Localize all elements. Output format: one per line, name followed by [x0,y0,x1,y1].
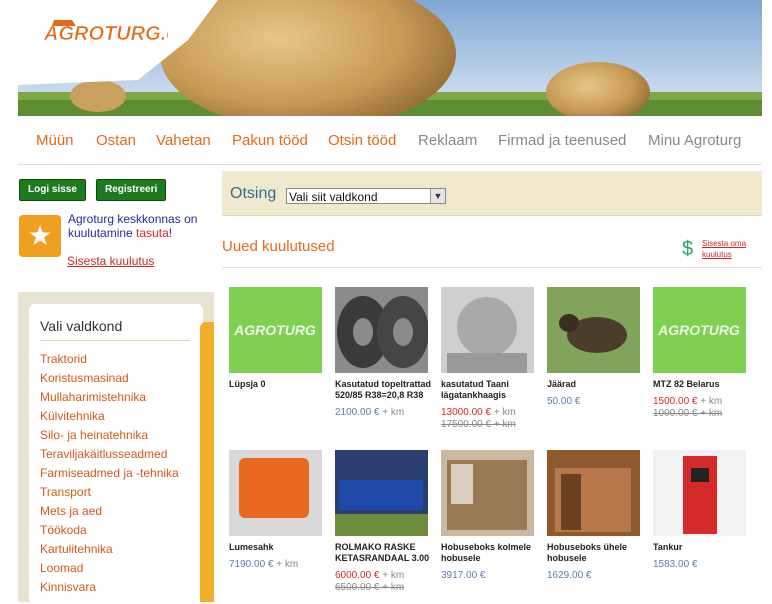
listing-card[interactable]: ROLMAKO RASKE KETASRANDAAL 3.00 6000.00 … [335,450,431,594]
sidebar-item-farmiseadmed[interactable]: Farmiseadmed ja -tehnika [40,466,179,480]
listing-card[interactable]: Hobuseboks kolmele hobusele 3917.00 € [441,450,537,582]
listing-card[interactable]: Kasutatud topeltrattad 520/85 R38=20,8 R… [335,287,431,419]
listing-thumbnail[interactable] [335,287,428,373]
listing-title[interactable]: Kasutatud topeltrattad 520/85 R38=20,8 R… [335,379,431,401]
nav-myyn[interactable]: Müün [36,132,74,149]
select-value: Vali siit valdkond [289,190,378,204]
listing-price: 1629.00 € [547,570,592,581]
sidebar-item-transport[interactable]: Transport [40,485,91,499]
sidebar-item-kulvitehnika[interactable]: Külvitehnika [40,409,105,423]
nav-firmad[interactable]: Firmad ja teenused [498,132,626,149]
listing-title[interactable]: ROLMAKO RASKE KETASRANDAAL 3.00 [335,542,431,564]
listing-title[interactable]: kasutatud Taani lägatankhaagis [441,379,537,401]
sidebar-item-silo[interactable]: Silo- ja heinatehnika [40,428,148,442]
divider [222,267,762,268]
listing-thumbnail[interactable] [653,450,746,536]
chevron-down-icon[interactable]: ▼ [430,189,445,203]
listing-price: 13000.00 € + km [441,407,516,418]
nav-pakun-tood[interactable]: Pakun tööd [232,132,308,149]
divider [40,340,190,341]
old-price: 1000.00 € + km [653,408,723,419]
listing-price: 2100.00 € + km [335,407,405,418]
listing-thumbnail[interactable] [229,450,322,536]
sidebar-item-mets-ja-aed[interactable]: Mets ja aed [40,504,102,518]
nav-ostan[interactable]: Ostan [96,132,136,149]
nav-otsin-tood[interactable]: Otsin tööd [328,132,396,149]
old-price: 6500.00 € + km [335,582,405,593]
listing-card[interactable]: Hobuseboks ühele hobusele 1629.00 € [547,450,643,582]
header-banner: AGROTURG.ee [18,0,762,116]
listing-card[interactable]: AGROTURG MTZ 82 Belarus 1500.00 € + km 1… [653,287,749,420]
search-bar: Otsing Vali siit valdkond ▼ [222,171,762,216]
category-select[interactable]: Vali siit valdkond ▼ [286,188,446,204]
nav-vahetan[interactable]: Vahetan [156,132,211,149]
top-nav: Müün Ostan Vahetan Pakun tööd Otsin tööd… [18,118,762,165]
sidebar-title: Vali valdkond [40,318,123,334]
listing-thumbnail[interactable] [547,450,640,536]
listing-thumbnail[interactable]: AGROTURG [653,287,746,373]
sidebar-item-koristusmasinad[interactable]: Koristusmasinad [40,371,129,385]
listing-card[interactable]: kasutatud Taani lägatankhaagis 13000.00 … [441,287,537,431]
listing-price: 7190.00 € + km [229,559,299,570]
sidebar-item-teravili[interactable]: Teraviljakäitlusseadmed [40,447,167,461]
listing-title[interactable]: Hobuseboks ühele hobusele [547,542,643,564]
listing-card[interactable]: Jäärad 50.00 € [547,287,643,408]
star-icon: ★ [19,215,61,257]
listing-price: 1500.00 € + km [653,396,723,407]
listing-thumbnail[interactable]: AGROTURG [229,287,322,373]
listing-title[interactable]: MTZ 82 Belarus [653,379,749,390]
agroturg-logo[interactable]: AGROTURG.ee [38,14,168,48]
listing-title[interactable]: Lumesahk [229,542,325,553]
sidebar-item-kartulitehnika[interactable]: Kartulitehnika [40,542,113,556]
listing-price: 50.00 € [547,396,581,407]
nav-minu-agroturg[interactable]: Minu Agroturg [648,132,741,149]
listing-card[interactable]: Lumesahk 7190.00 € + km [229,450,325,571]
listing-title[interactable]: Lüpsja 0 [229,379,325,390]
sidebar-item-traktorid[interactable]: Traktorid [40,352,87,366]
listing-thumbnail[interactable] [335,450,428,536]
listing-card[interactable]: Tankur 1583.00 € [653,450,749,571]
login-button[interactable]: Logi sisse [19,179,86,201]
logo-text: AGROTURG.ee [43,23,168,45]
promo-text: Agroturg keskkonnas on kuulutamine tasut… [68,212,198,240]
nav-reklaam[interactable]: Reklaam [418,132,477,149]
listing-card[interactable]: AGROTURG Lüpsja 0 [229,287,325,390]
new-listings-title: Uued kuulutused [222,238,335,255]
listing-thumbnail[interactable] [441,287,534,373]
category-panel: Vali valdkond Traktorid Koristusmasinad … [29,304,203,604]
sidebar-item-kinnisvara[interactable]: Kinnisvara [40,580,96,594]
sidebar-item-loomad[interactable]: Loomad [40,561,83,575]
listing-title[interactable]: Hobuseboks kolmele hobusele [441,542,537,564]
sidebar-item-tookoda[interactable]: Töökoda [40,523,87,537]
dollar-icon: $ [682,238,694,260]
add-listing-link[interactable]: Sisesta kuulutus [67,254,154,268]
listing-thumbnail[interactable] [441,450,534,536]
listing-price: 1583.00 € [653,559,698,570]
listing-price: 6000.00 € + km [335,570,405,581]
listing-title[interactable]: Jäärad [547,379,643,390]
old-price: 17500.00 € + km [441,419,516,430]
register-button[interactable]: Registreeri [96,179,167,201]
listing-price: 3917.00 € [441,570,486,581]
post-listing-link[interactable]: Sisesta oma kuulutus [702,238,762,260]
listing-title[interactable]: Tankur [653,542,749,553]
listing-thumbnail[interactable] [547,287,640,373]
svg-text:AGROTURG: AGROTURG [657,322,740,338]
search-label: Otsing [230,185,277,202]
sidebar: Vali valdkond Traktorid Koristusmasinad … [18,292,214,604]
svg-text:AGROTURG: AGROTURG [233,322,316,338]
sidebar-item-mullaharimistehnika[interactable]: Mullaharimistehnika [40,390,146,404]
